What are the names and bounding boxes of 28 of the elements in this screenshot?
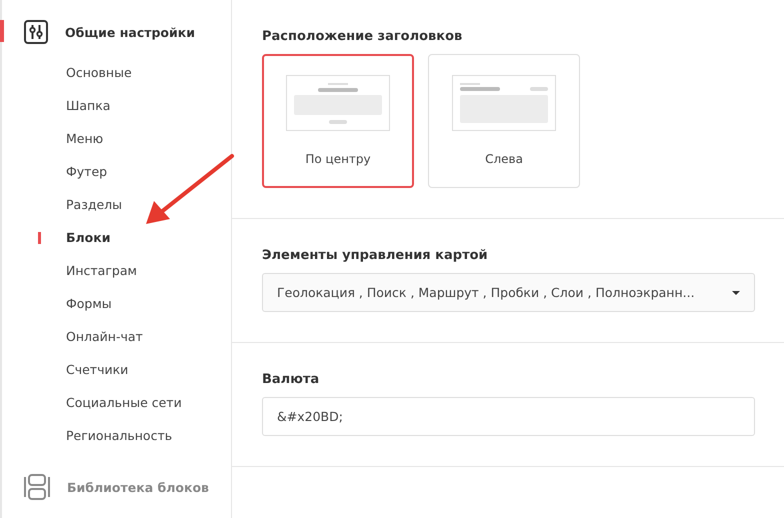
section-title: Расположение заголовков [262, 29, 464, 44]
sidebar-item[interactable]: Шапка [2, 91, 231, 124]
sidebar-item[interactable]: Региональность [2, 421, 231, 454]
sidebar-item[interactable]: Меню [2, 124, 231, 157]
layout-preview-icon [286, 75, 390, 131]
layout-option[interactable]: Слева [428, 54, 580, 188]
input-field[interactable]: &#x20BD; [262, 397, 755, 436]
sidebar-item[interactable]: Онлайн-чат [2, 322, 231, 355]
caret-icon [732, 290, 740, 294]
group-title: Библиотека блоков [67, 480, 209, 494]
sidebar-group[interactable]: Общие настройки [0, 18, 231, 46]
section-title: Валюта [262, 372, 320, 387]
sidebar-item[interactable]: Социальные сети [2, 388, 231, 421]
group-title: Общие настройки [65, 24, 196, 40]
sidebar-item[interactable]: Разделы [2, 190, 231, 223]
sidebar-item[interactable]: Основные [2, 58, 231, 91]
dropdown-field[interactable]: Геолокация , Поиск , Маршрут , Пробки , Слои , Полноэкранн... [262, 273, 755, 312]
sidebar-item[interactable]: Счетчики [2, 355, 231, 388]
sidebar-group[interactable]: Библиотека блоков [0, 473, 231, 501]
sidebar-item[interactable]: Футер [2, 157, 231, 190]
layout-blocks-icon [24, 474, 50, 500]
sidebar-item[interactable]: Формы [2, 289, 231, 322]
sidebar-item[interactable]: Блоки [2, 223, 231, 256]
section-title: Элементы управления картой [262, 248, 489, 263]
layout-option[interactable]: По центру [262, 54, 414, 188]
sidebar-item[interactable]: Инстаграм [2, 256, 231, 289]
layout-preview-icon [452, 75, 556, 131]
sliders-icon [24, 20, 48, 44]
